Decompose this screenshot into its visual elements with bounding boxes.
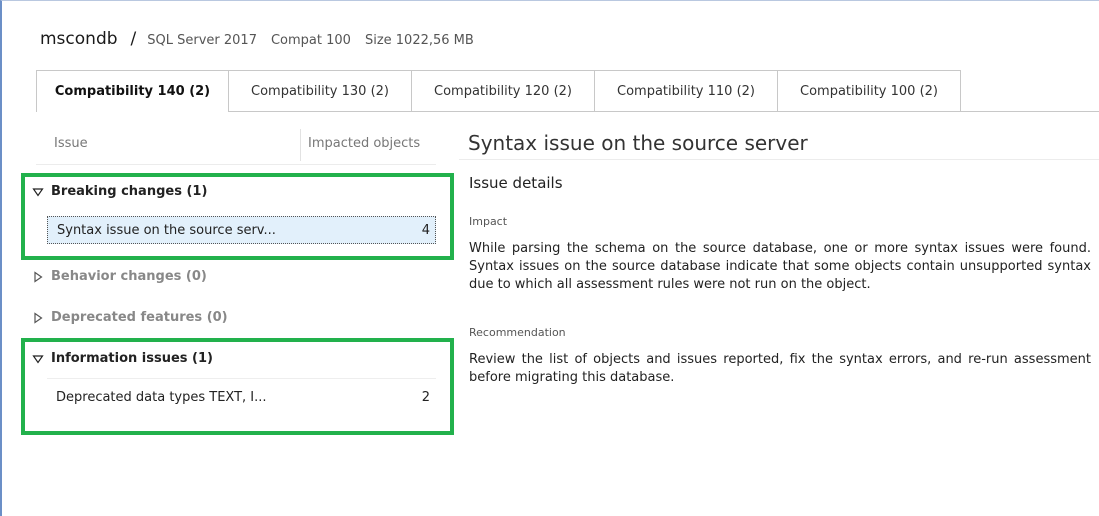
column-header-issue[interactable]: Issue xyxy=(54,136,88,151)
impact-text: While parsing the schema on the source d… xyxy=(469,241,1091,292)
highlight-box-information xyxy=(21,338,454,435)
tab-compatibility-100[interactable]: Compatibility 100 (2) xyxy=(777,70,961,111)
database-header: mscondb / SQL Server 2017 Compat 100 Siz… xyxy=(40,29,488,49)
recommendation-text: Review the list of objects and issues re… xyxy=(469,352,1091,385)
group-behavior-changes[interactable]: Behavior changes (0) xyxy=(32,269,207,284)
group-deprecated-features[interactable]: Deprecated features (0) xyxy=(32,310,228,325)
group-label: Behavior changes (0) xyxy=(51,269,207,284)
compat-level: Compat 100 xyxy=(270,33,351,48)
tab-compatibility-120[interactable]: Compatibility 120 (2) xyxy=(411,70,595,111)
column-header-impacted-objects[interactable]: Impacted objects xyxy=(308,136,420,151)
tab-compatibility-130[interactable]: Compatibility 130 (2) xyxy=(228,70,412,111)
recommendation-label: Recommendation xyxy=(469,326,566,339)
window-frame: mscondb / SQL Server 2017 Compat 100 Siz… xyxy=(0,0,1099,516)
header-divider xyxy=(36,164,436,165)
collapsed-triangle-icon xyxy=(34,270,43,283)
server-version: SQL Server 2017 xyxy=(147,33,257,48)
issue-detail-title: Syntax issue on the source server xyxy=(468,131,808,155)
database-name: mscondb xyxy=(40,29,118,49)
detail-divider xyxy=(459,159,1099,160)
tab-compatibility-140[interactable]: Compatibility 140 (2) xyxy=(36,70,229,112)
breadcrumb-separator: / xyxy=(130,29,137,49)
impact-label: Impact xyxy=(469,215,508,228)
collapsed-triangle-icon xyxy=(34,311,43,324)
column-divider[interactable] xyxy=(300,129,301,161)
tab-compatibility-110[interactable]: Compatibility 110 (2) xyxy=(594,70,778,111)
compatibility-tabs: Compatibility 140 (2) Compatibility 130 … xyxy=(36,70,1099,112)
issue-details-heading: Issue details xyxy=(469,174,563,192)
database-size: Size 1022,56 MB xyxy=(364,33,474,48)
highlight-box-breaking xyxy=(21,173,454,260)
group-label: Deprecated features (0) xyxy=(51,310,228,325)
